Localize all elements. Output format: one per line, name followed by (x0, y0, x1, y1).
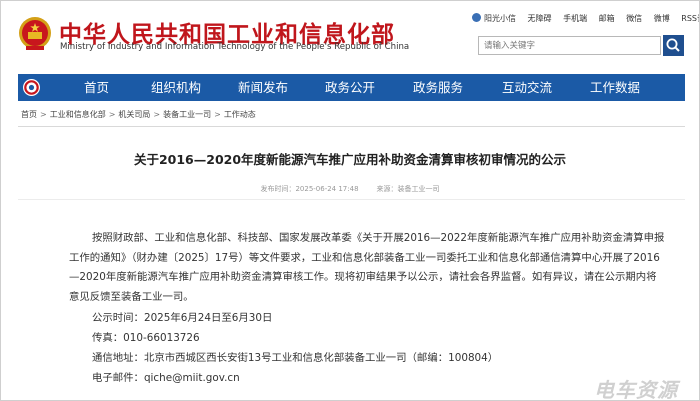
nav-organization[interactable]: 组织机构 (151, 74, 201, 101)
site-subtitle: Ministry of Industry and Information Tec… (60, 42, 410, 52)
breadcrumb: 首页 > 工业和信息化部 > 机关司局 > 装备工业一司 > 工作动态 (21, 109, 256, 120)
breadcrumb-equipment-dept[interactable]: 装备工业一司 (163, 110, 211, 119)
nav-gov-affairs[interactable]: 政务公开 (325, 74, 375, 101)
main-nav: 首页 组织机构 新闻发布 政务公开 政务服务 互动交流 工作数据 (18, 74, 685, 101)
national-emblem-icon (19, 17, 51, 50)
nav-data[interactable]: 工作数据 (590, 74, 640, 101)
meta-divider (18, 199, 685, 200)
toplink-wechat[interactable]: 微信 (626, 13, 642, 24)
breadcrumb-work-news[interactable]: 工作动态 (224, 110, 256, 119)
breadcrumb-divider (18, 126, 685, 127)
breadcrumb-separator: > (40, 110, 47, 119)
watermark: 电车资源 (594, 378, 678, 401)
breadcrumb-separator: > (153, 110, 161, 119)
nav-interaction[interactable]: 互动交流 (502, 74, 552, 101)
toplink-label: 阳光小信 (484, 14, 516, 23)
site-header: 中华人民共和国工业和信息化部 Ministry of Industry and … (1, 1, 699, 71)
toplink-weibo[interactable]: 微博 (654, 13, 670, 24)
breadcrumb-separator: > (214, 110, 221, 119)
article-paragraph: 按照财政部、工业和信息化部、科技部、国家发展改革委《关于开展2016—2022年… (69, 232, 665, 303)
fax-number: 传真：010-66013726 (92, 332, 200, 344)
page-frame: 中华人民共和国工业和信息化部 Ministry of Industry and … (0, 0, 700, 401)
toplink-mobile[interactable]: 手机端 (563, 13, 587, 24)
email-address: 电子邮件：qiche@miit.gov.cn (92, 372, 240, 384)
breadcrumb-separator: > (108, 110, 116, 119)
top-links: 阳光小信 无障碍 手机端 邮箱 微信 微博 RSS订阅 (472, 13, 699, 27)
toplink-sunshine[interactable]: 阳光小信 (472, 13, 516, 24)
article-meta: 发布时间：2025-06-24 17:48 来源：装备工业一司 (1, 184, 699, 194)
notice-period: 公示时间：2025年6月24日至6月30日 (92, 312, 273, 324)
search-button[interactable] (663, 35, 684, 56)
article-source: 来源：装备工业一司 (376, 185, 440, 193)
nav-services[interactable]: 政务服务 (413, 74, 463, 101)
breadcrumb-home[interactable]: 首页 (21, 110, 37, 119)
mailing-address: 通信地址：北京市西城区西长安街13号工业和信息化部装备工业一司（邮编：10080… (92, 352, 499, 364)
breadcrumb-departments[interactable]: 机关司局 (118, 110, 150, 119)
toplink-mail[interactable]: 邮箱 (599, 13, 615, 24)
search-icon (666, 38, 680, 52)
article-title: 关于2016—2020年度新能源汽车推广应用补助资金清算审核初审情况的公示 (133, 152, 567, 167)
user-icon (472, 13, 481, 22)
publish-time: 发布时间：2025-06-24 17:48 (260, 185, 359, 193)
miit-logo-icon (23, 79, 40, 96)
toplink-rss[interactable]: RSS订阅 (681, 13, 699, 24)
toplink-accessibility[interactable]: 无障碍 (528, 13, 552, 24)
nav-news[interactable]: 新闻发布 (238, 74, 288, 101)
breadcrumb-ministry[interactable]: 工业和信息化部 (50, 110, 106, 119)
nav-home[interactable]: 首页 (84, 74, 109, 101)
search-input[interactable] (478, 36, 661, 55)
